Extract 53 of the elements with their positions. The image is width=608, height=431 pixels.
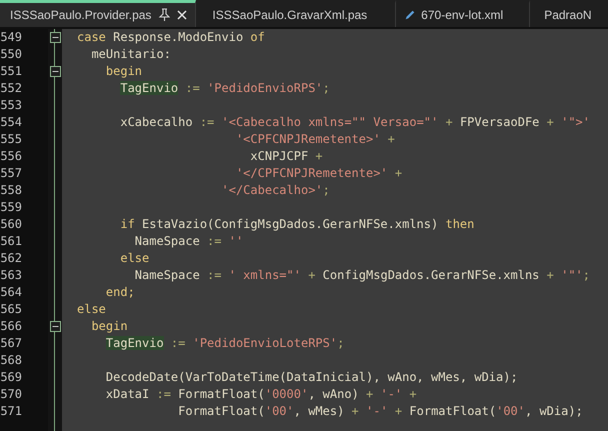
line-number: 562 <box>0 250 22 267</box>
close-icon[interactable] <box>177 10 188 20</box>
code-line: '</Cabecalho>'; <box>220 183 330 197</box>
line-number: 559 <box>0 199 22 216</box>
code-line: xCNPJCPF + <box>249 149 323 163</box>
code-line: '<CPFCNPJRemetente>' + <box>234 132 395 146</box>
editor-tab[interactable]: ISSSaoPaulo.GravarXml.pas <box>196 0 396 27</box>
code-line: case Response.ModoEnvio of <box>77 30 265 44</box>
line-number: 560 <box>0 216 22 233</box>
pin-icon[interactable] <box>158 8 170 22</box>
code-line: TagEnvio := 'PedidoEnvioLoteRPS'; <box>104 336 344 350</box>
code-line: DecodeDate(VarToDateTime(DataInicial), wAno, wMes, wDia); <box>104 370 518 384</box>
code-line: TagEnvio := 'PedidoEnvioRPS'; <box>119 81 330 95</box>
collapse-icon[interactable] <box>50 32 60 43</box>
line-number: 571 <box>0 403 22 420</box>
line-number: 569 <box>0 369 22 386</box>
line-number: 553 <box>0 97 22 114</box>
line-number: 570 <box>0 386 22 403</box>
code-line: if EstaVazio(ConfigMsgDados.GerarNFSe.xmlns) then <box>119 217 474 231</box>
code-line: NameSpace := ' xmlns="' + ConfigMsgDados.GerarNFSe.xmlns + '"'; <box>134 268 590 282</box>
line-number: 563 <box>0 267 22 284</box>
line-number: 557 <box>0 165 22 182</box>
code-line: xCabecalho := '<Cabecalho xmlns="" Versao="' + FPVersaoDFe + '">' <box>119 115 590 129</box>
line-number: 552 <box>0 80 22 97</box>
line-number: 565 <box>0 301 22 318</box>
line-number: 564 <box>0 284 22 301</box>
collapse-icon[interactable] <box>50 321 60 332</box>
editor-tab[interactable]: PadraoN <box>530 0 594 27</box>
collapse-icon[interactable] <box>50 66 60 77</box>
line-number: 550 <box>0 46 22 63</box>
code-line: FormatFloat('00', wMes) + '-' + FormatFloat('00', wDia); <box>177 404 583 418</box>
line-number: 554 <box>0 114 22 131</box>
line-number: 551 <box>0 63 22 80</box>
pencil-icon <box>404 9 416 21</box>
line-number: 555 <box>0 131 22 148</box>
code-line: meUnitario: <box>90 47 171 61</box>
code-line: begin <box>104 64 142 78</box>
code-line: xDataI := FormatFloat('0000', wAno) + '-' + <box>104 387 417 401</box>
code-line: end; <box>104 285 135 299</box>
line-number: 561 <box>0 233 22 250</box>
line-number: 567 <box>0 335 22 352</box>
line-number: 568 <box>0 352 22 369</box>
editor-tab[interactable]: ISSSaoPaulo.Provider.pas <box>0 0 196 27</box>
line-number: 556 <box>0 148 22 165</box>
code-line: '</CPFCNPJRemetente>' + <box>234 166 402 180</box>
code-line: NameSpace := '' <box>134 234 244 248</box>
line-number: 558 <box>0 182 22 199</box>
editor-tab[interactable]: 670-env-lot.xml <box>396 0 530 27</box>
line-number: 549 <box>0 29 22 46</box>
code-line: begin <box>90 319 128 333</box>
code-line: else <box>119 251 150 265</box>
code-line: else <box>77 302 106 316</box>
line-number: 566 <box>0 318 22 335</box>
